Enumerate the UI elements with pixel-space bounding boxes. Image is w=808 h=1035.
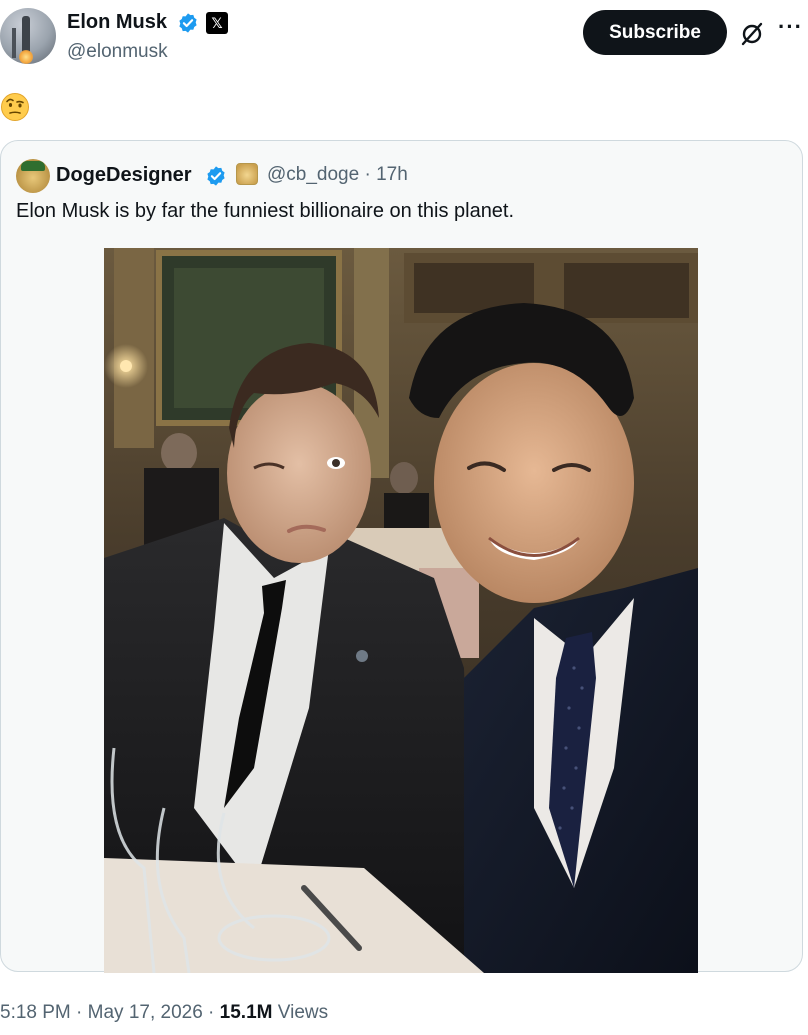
quote-handle-time[interactable]: @cb_doge · 17h — [267, 164, 408, 186]
rocket-shape — [22, 16, 30, 52]
timestamp-date[interactable]: 5:18 PM · May 17, 2026 · — [0, 1002, 220, 1023]
post-photo[interactable] — [104, 248, 698, 973]
verified-badge-icon — [179, 13, 197, 33]
x-affiliation-icon: 𝕏 — [206, 12, 228, 34]
views-label: Views — [272, 1002, 329, 1023]
author-handle[interactable]: @elonmusk — [67, 41, 168, 63]
face-with-raised-eyebrow-emoji — [1, 93, 29, 121]
views-count[interactable]: 15.1M — [220, 1002, 273, 1023]
photo-illustration — [104, 248, 698, 973]
cap-shape — [21, 161, 45, 171]
more-icon[interactable]: ··· — [778, 14, 803, 40]
author-avatar[interactable] — [0, 8, 56, 64]
quote-author-name[interactable]: DogeDesigner — [56, 164, 192, 187]
launch-tower — [12, 28, 16, 58]
doge-badge-icon — [236, 163, 258, 185]
post-timestamp[interactable]: 5:18 PM · May 17, 2026 · 15.1M Views — [0, 1002, 328, 1024]
quote-verified-badge-icon — [207, 166, 225, 186]
quote-text: Elon Musk is by far the funniest billion… — [16, 200, 515, 222]
author-name[interactable]: Elon Musk — [67, 11, 167, 34]
quote-author-avatar[interactable] — [16, 159, 50, 193]
subscribe-button[interactable]: Subscribe — [583, 10, 727, 55]
grok-icon[interactable] — [738, 20, 766, 48]
rocket-flame — [19, 50, 33, 64]
